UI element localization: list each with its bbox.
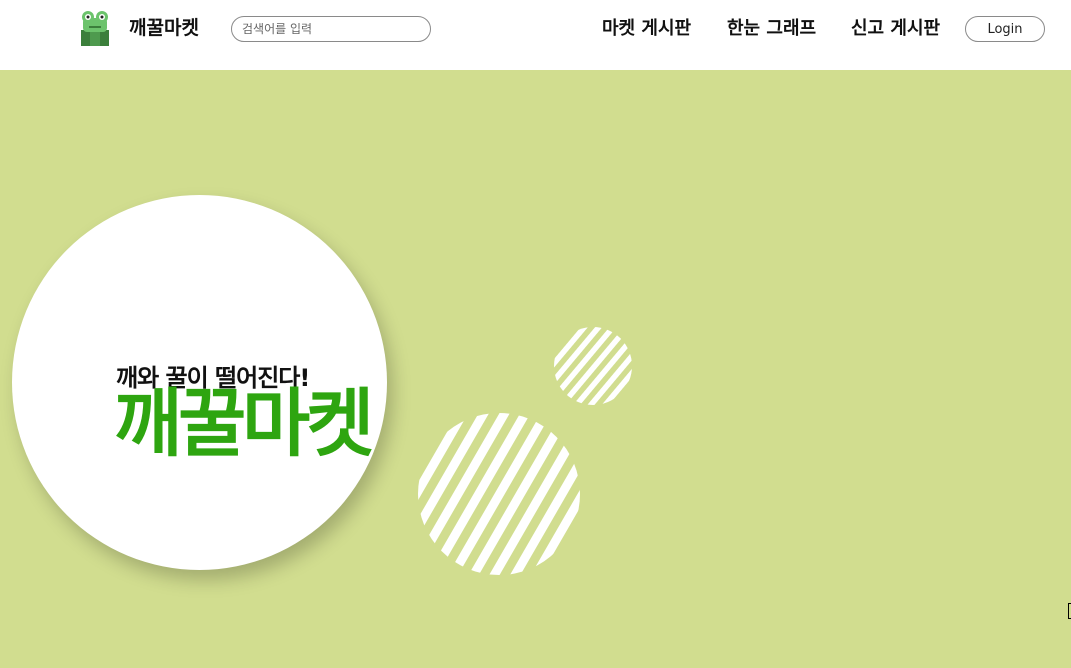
frog-icon[interactable] xyxy=(78,8,112,48)
nav-graph[interactable]: 한눈 그래프 xyxy=(727,14,816,40)
top-header: 깨꿀마켓 마켓 게시판 한눈 그래프 신고 게시판 Login xyxy=(0,0,1071,70)
login-button[interactable]: Login xyxy=(965,16,1045,42)
striped-circle-small xyxy=(554,327,632,405)
nav-market-board[interactable]: 마켓 게시판 xyxy=(602,14,691,40)
search-input[interactable] xyxy=(231,16,431,42)
striped-circle-large xyxy=(418,413,580,575)
brand-name[interactable]: 깨꿀마켓 xyxy=(129,13,199,40)
hero-title: 깨꿀마켓 xyxy=(114,381,374,467)
nav-report-board[interactable]: 신고 게시판 xyxy=(851,14,940,40)
